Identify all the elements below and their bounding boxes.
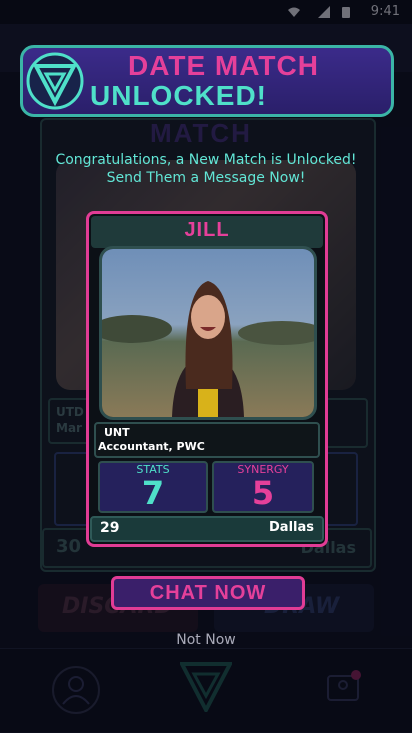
- banner-title-line1: DATE MATCH: [128, 50, 319, 81]
- app-logo-icon: [26, 52, 84, 110]
- not-now-link[interactable]: Not Now: [0, 632, 412, 648]
- match-city: Dallas: [269, 520, 314, 535]
- stats-value: 7: [141, 474, 165, 512]
- match-name: JILL: [184, 219, 230, 241]
- match-school: UNT: [104, 426, 130, 439]
- profile-photo-image: [102, 249, 314, 417]
- chat-now-button[interactable]: CHAT NOW: [111, 576, 305, 610]
- send-message-prompt: Send Them a Message Now!: [106, 170, 306, 186]
- congrats-message: Congratulations, a New Match is Unlocked…: [55, 152, 357, 168]
- match-job: Accountant, PWC: [98, 440, 205, 453]
- match-photo: [99, 246, 317, 420]
- banner-title-line2: UNLOCKED!: [90, 80, 267, 111]
- match-age: 29: [100, 520, 120, 536]
- synergy-value: 5: [251, 474, 275, 512]
